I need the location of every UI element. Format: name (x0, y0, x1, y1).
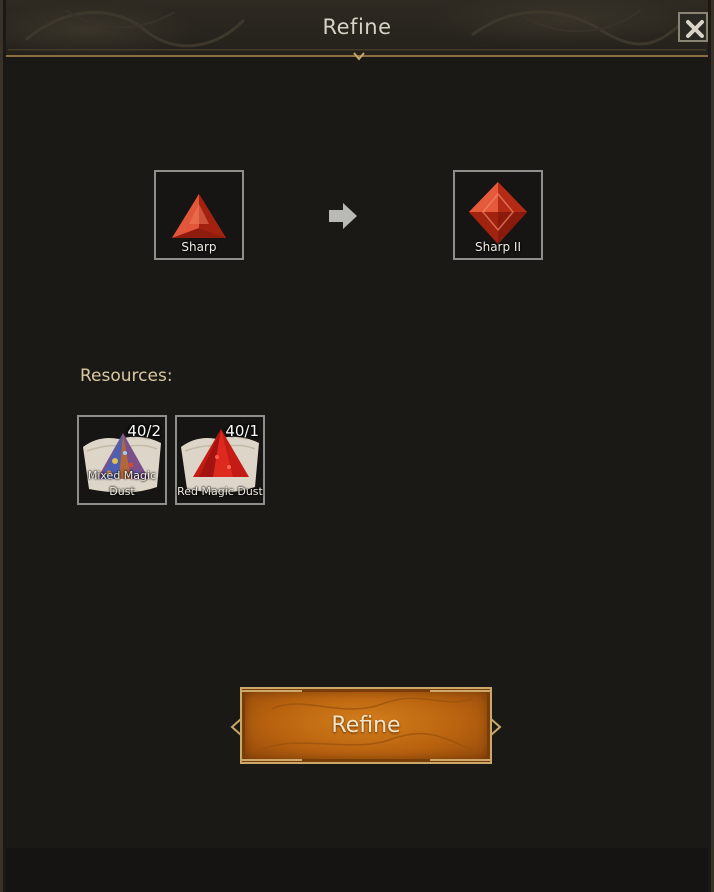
resource-count: 40/2 (127, 422, 161, 440)
refine-window: Refine Sharp Sharp II Resources: 40/2 Mi… (0, 0, 714, 892)
resource-item-red-dust[interactable]: 40/1 Red Magic Dust (175, 415, 265, 505)
resource-count: 40/1 (225, 422, 259, 440)
target-item-label: Sharp II (474, 240, 522, 254)
resources-heading: Resources: (80, 366, 173, 386)
resource-item-mixed-dust[interactable]: 40/2 Mixed Magic Dust (77, 415, 167, 505)
close-button[interactable] (678, 12, 708, 42)
title-bar: Refine (6, 0, 708, 57)
resource-label: Mixed Magic Dust (87, 469, 157, 498)
source-item-slot[interactable]: Sharp (154, 170, 244, 260)
title-notch-ornament (353, 52, 365, 61)
resource-label: Red Magic Dust (177, 485, 263, 498)
close-icon (686, 20, 704, 38)
target-item-slot[interactable]: Sharp II (453, 170, 543, 260)
button-right-ornament (490, 718, 502, 736)
refine-button[interactable]: Refine (240, 687, 492, 764)
source-item-label: Sharp (181, 240, 217, 254)
footer-band (6, 848, 708, 892)
refine-button-label: Refine (331, 713, 401, 738)
window-title: Refine (322, 15, 392, 39)
arrow-right-icon (329, 203, 357, 229)
